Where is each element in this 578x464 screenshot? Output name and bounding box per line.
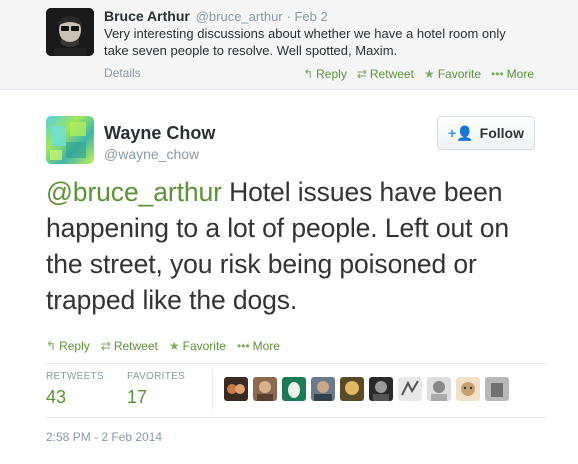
- more-label: More: [252, 339, 280, 353]
- author-name[interactable]: Wayne Chow: [104, 123, 215, 144]
- favoriter-avatar[interactable]: [340, 377, 364, 401]
- divider: [46, 417, 546, 418]
- reply-button[interactable]: ↰ Reply: [303, 67, 347, 81]
- tweet-timestamp[interactable]: 2:58 PM - 2 Feb 2014: [46, 430, 162, 444]
- retweets-label: RETWEETS: [46, 371, 104, 382]
- reply-button[interactable]: ↰ Reply: [46, 339, 90, 353]
- favorite-button[interactable]: ★ Favorite: [424, 67, 481, 81]
- avatar[interactable]: [46, 8, 94, 56]
- favoriter-avatar[interactable]: [224, 377, 248, 401]
- favoriter-avatar[interactable]: [253, 377, 277, 401]
- more-button[interactable]: ••• More: [491, 67, 534, 81]
- retweet-icon: ⇄: [100, 339, 111, 353]
- tweet-text: @bruce_arthur Hotel issues have been hap…: [46, 174, 546, 318]
- follow-label: Follow: [479, 125, 524, 141]
- retweets-stat[interactable]: RETWEETS 43: [46, 371, 104, 408]
- favoriter-avatar[interactable]: [311, 377, 335, 401]
- more-label: More: [506, 67, 534, 81]
- retweet-icon: ⇄: [356, 67, 367, 81]
- divider: [212, 371, 213, 409]
- author-handle[interactable]: @wayne_chow: [104, 146, 199, 162]
- favorite-label: Favorite: [182, 339, 226, 353]
- retweets-count: 43: [46, 387, 67, 407]
- favorites-stat[interactable]: FAVORITES 17: [127, 371, 185, 408]
- favoriter-avatar[interactable]: [485, 377, 509, 401]
- favoriter-avatar[interactable]: [427, 377, 451, 401]
- favoriter-avatar[interactable]: [456, 377, 480, 401]
- favorites-count: 17: [127, 387, 148, 407]
- tweet-text: Very interesting discussions about wheth…: [104, 26, 506, 58]
- reply-icon: ↰: [46, 339, 57, 353]
- retweet-button[interactable]: ⇄ Retweet: [101, 339, 158, 353]
- retweet-label: Retweet: [113, 339, 158, 353]
- tweet-actions: ↰ Reply ⇄ Retweet ★ Favorite ••• More: [303, 67, 534, 81]
- follow-button[interactable]: +👤 Follow: [437, 116, 535, 150]
- star-icon: ★: [168, 339, 180, 353]
- more-dots-icon: •••: [236, 339, 250, 353]
- divider: [46, 363, 546, 364]
- retweet-label: Retweet: [369, 67, 414, 81]
- tweet-actions: ↰ Reply ⇄ Retweet ★ Favorite ••• More: [46, 339, 280, 353]
- main-tweet: Wayne Chow @wayne_chow +👤 Follow @bruce_…: [0, 90, 578, 464]
- star-icon: ★: [423, 67, 435, 81]
- parent-tweet-header: Bruce Arthur @bruce_arthur · Feb 2: [104, 8, 328, 24]
- author-handle[interactable]: @bruce_arthur: [196, 9, 283, 24]
- details-link[interactable]: Details: [104, 66, 141, 80]
- author-name[interactable]: Bruce Arthur: [104, 8, 190, 24]
- tweet-date[interactable]: · Feb 2: [287, 9, 328, 24]
- more-dots-icon: •••: [491, 67, 504, 81]
- favorite-label: Favorite: [437, 67, 482, 81]
- favoriter-avatar[interactable]: [398, 377, 422, 401]
- favorites-label: FAVORITES: [127, 371, 186, 382]
- favoriter-avatar[interactable]: [282, 377, 306, 401]
- reply-label: Reply: [59, 339, 90, 353]
- favoriter-avatar[interactable]: [369, 377, 393, 401]
- mention-link[interactable]: @bruce_arthur: [46, 177, 222, 207]
- reply-label: Reply: [316, 67, 347, 81]
- favorite-button[interactable]: ★ Favorite: [169, 339, 226, 353]
- favoriter-avatars: [224, 377, 509, 401]
- reply-icon: ↰: [303, 67, 314, 81]
- parent-tweet[interactable]: Bruce Arthur @bruce_arthur · Feb 2 Very …: [0, 0, 578, 90]
- add-user-icon: +👤: [448, 124, 474, 141]
- avatar[interactable]: [46, 116, 94, 164]
- retweet-button[interactable]: ⇄ Retweet: [357, 67, 414, 81]
- more-button[interactable]: ••• More: [237, 339, 280, 353]
